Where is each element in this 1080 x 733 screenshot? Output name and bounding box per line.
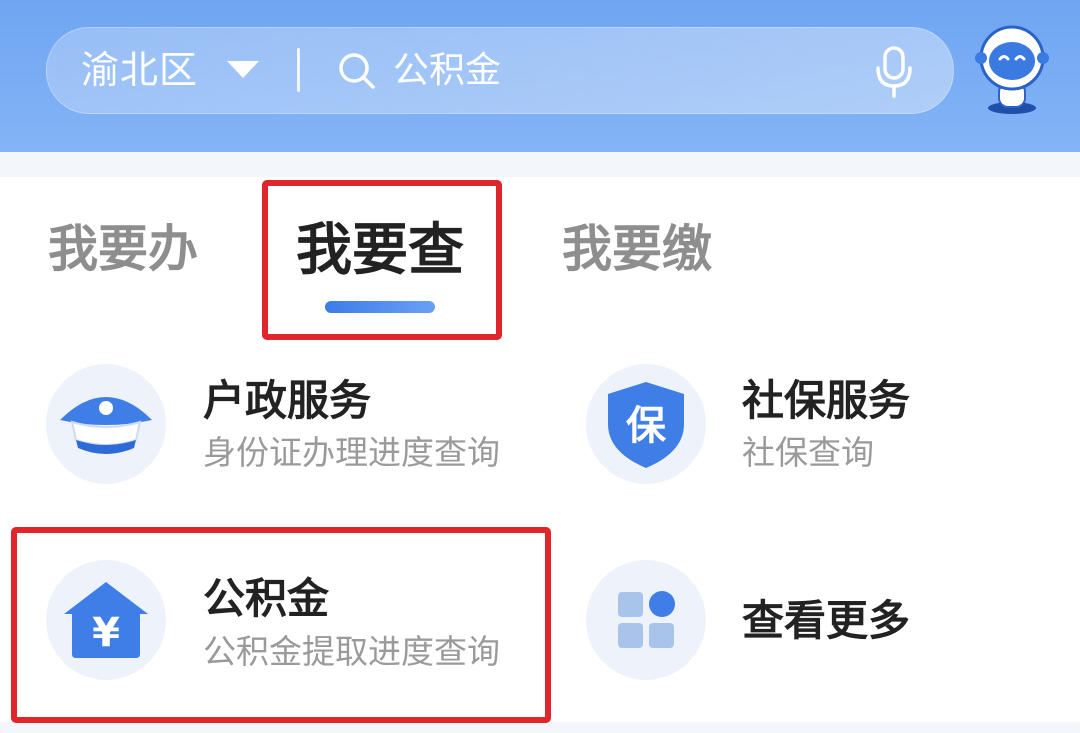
service-subtitle: 社保查询 (742, 433, 874, 472)
tab-handle[interactable]: 我要办 (48, 214, 198, 284)
service-title[interactable]: 户政服务 (203, 374, 371, 428)
highlight-box-service (11, 527, 551, 723)
highlight-box-tab (262, 180, 502, 340)
grid-more-icon[interactable] (586, 560, 706, 680)
search-icon (339, 53, 375, 89)
robot-assistant-avatar[interactable] (973, 25, 1051, 115)
search-bar[interactable]: 渝北区 公积金 (46, 27, 954, 114)
service-title[interactable]: 社保服务 (742, 374, 910, 428)
region-selector[interactable]: 渝北区 (81, 28, 198, 113)
tab-pay[interactable]: 我要缴 (562, 214, 712, 284)
police-cap-icon[interactable] (46, 364, 166, 484)
top-header: 渝北区 公积金 (0, 0, 1080, 152)
shield-bao-icon[interactable]: 保 (586, 364, 706, 484)
microphone-icon[interactable] (874, 46, 914, 98)
service-subtitle: 身份证办理进度查询 (203, 433, 500, 472)
search-divider (297, 48, 300, 92)
caret-down-icon[interactable] (227, 61, 259, 78)
search-input[interactable]: 公积金 (393, 28, 501, 113)
view-more-link[interactable]: 查看更多 (742, 594, 910, 648)
shield-glyph: 保 (626, 403, 667, 449)
